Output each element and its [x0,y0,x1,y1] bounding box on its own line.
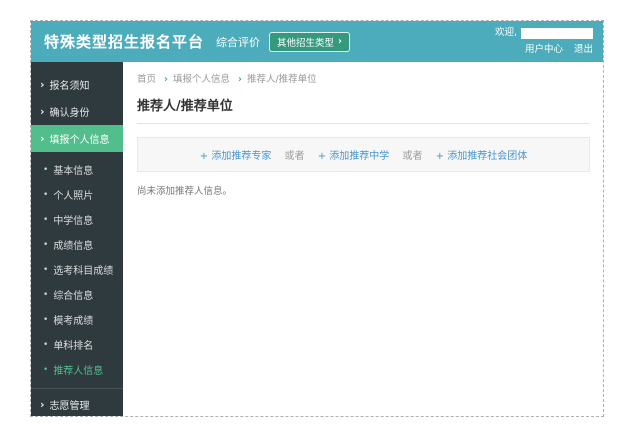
chevron-right-icon [334,36,342,47]
sidebar-item-label: 个人照片 [53,191,94,202]
sidebar-item[interactable]: 中学信息 [31,207,123,232]
welcome-label: 欢迎, [494,27,517,39]
sidebar-item[interactable]: 模考成绩 [31,307,123,332]
sidebar-item-label: 基本信息 [53,166,94,177]
sidebar-item[interactable]: 基本信息 [31,157,123,182]
user-center-link[interactable]: 用户中心 [525,44,563,55]
add-recommender-action: 或者 [284,151,305,162]
other-admission-types-button[interactable]: 其他招生类型 [269,31,350,52]
empty-state-message: 尚未添加推荐人信息。 [137,186,233,197]
item-marker-icon [43,239,48,250]
sidebar-item-label: 成绩信息 [53,241,94,252]
item-marker-icon [40,132,45,145]
sidebar-item-label: 确认身份 [49,108,90,119]
add-recommender-action[interactable]: + 添加推荐中学 [318,151,390,162]
sidebar-item-label: 推荐人信息 [53,366,104,377]
sidebar-item-label: 选考科目成绩 [53,266,114,277]
page-title: 推荐人/推荐单位 [137,95,590,124]
sidebar: 报名须知 确认身份 填报个人信息 基本信息 [31,62,123,416]
item-marker-icon [43,214,48,225]
sidebar-item[interactable]: 选考科目成绩 [31,257,123,282]
sidebar-item-label: 综合信息 [53,291,94,302]
page-body: 报名须知 确认身份 填报个人信息 基本信息 [31,62,603,416]
sidebar-item[interactable]: 个人照片 [31,182,123,207]
item-marker-icon [43,289,48,300]
item-marker-icon [43,339,48,350]
sidebar-item[interactable]: 单科排名 [31,332,123,357]
platform-title: 特殊类型招生报名平台 [44,33,205,51]
item-marker-icon [43,189,48,200]
mode-label: 综合评价 [216,35,261,49]
sidebar-item-label: 中学信息 [53,216,94,227]
logout-link[interactable]: 退出 [574,44,593,55]
add-recommender-action[interactable]: + 添加推荐专家 [200,151,272,162]
app-window: 特殊类型招生报名平台 综合评价 其他招生类型 欢迎, 用户中心 退出 报名须知 [30,20,604,417]
sidebar-item[interactable]: 推荐人信息 [31,357,123,382]
sidebar-item-label: 单科排名 [53,341,94,352]
breadcrumb-item[interactable]: 推荐人/推荐单位 [233,74,317,85]
item-marker-icon [40,78,45,91]
item-marker-icon [40,105,45,118]
sidebar-item[interactable]: 成绩信息 [31,232,123,257]
item-marker-icon [43,314,48,325]
add-recommender-action: 或者 [402,151,423,162]
sidebar-item-label: 报名须知 [49,81,90,92]
sidebar-item-label: 填报个人信息 [49,135,110,146]
sidebar-item-label: 志愿管理 [49,401,90,412]
other-admission-types-label: 其他招生类型 [277,37,335,49]
item-marker-icon [43,164,48,175]
item-marker-icon [43,264,48,275]
username-redacted [521,27,593,39]
sidebar-item[interactable]: 综合信息 [31,282,123,307]
sidebar-item[interactable]: 志愿管理 [31,388,123,416]
sidebar-item[interactable]: 报名须知 [31,71,123,98]
main-content: 首页 填报个人信息 推荐人/推荐单位 推荐人/推荐单位 + 添加推荐专家 或者 … [123,62,603,416]
header: 特殊类型招生报名平台 综合评价 其他招生类型 欢迎, 用户中心 退出 [31,21,603,62]
add-recommender-action[interactable]: + 添加推荐社会团体 [436,151,528,162]
add-actions-box: + 添加推荐专家 或者 + 添加推荐中学 或者 + 添加推荐社会团体 [137,137,590,172]
sidebar-item-label: 模考成绩 [53,316,94,327]
item-marker-icon [43,364,48,375]
breadcrumb: 首页 填报个人信息 推荐人/推荐单位 [137,71,590,85]
header-user-area: 欢迎, 用户中心 退出 [495,26,593,57]
sidebar-item[interactable]: 填报个人信息 [31,125,123,152]
breadcrumb-item[interactable]: 首页 [137,74,156,85]
sidebar-item[interactable]: 确认身份 [31,98,123,125]
item-marker-icon [40,398,45,411]
breadcrumb-item[interactable]: 填报个人信息 [159,74,230,85]
